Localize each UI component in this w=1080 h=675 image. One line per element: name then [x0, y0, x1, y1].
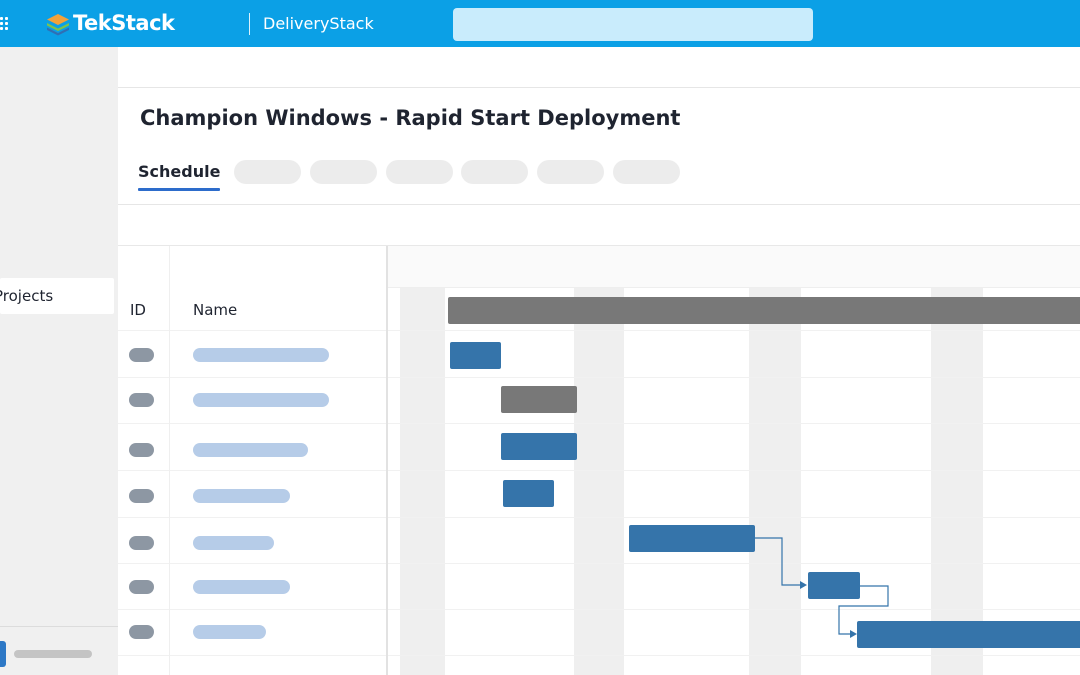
timeline-shaded-column	[574, 288, 624, 675]
column-header-name[interactable]: Name	[193, 301, 237, 319]
row-divider	[118, 609, 1080, 610]
sidebar-divider	[0, 626, 118, 627]
task-name-placeholder	[193, 536, 274, 550]
row-divider	[118, 517, 1080, 518]
timeline-shaded-column	[400, 288, 445, 675]
task-id-placeholder	[129, 443, 154, 457]
tabs-divider	[118, 204, 1080, 205]
tab-placeholder[interactable]	[310, 160, 377, 184]
timeline-shaded-column	[931, 288, 983, 675]
task-bar[interactable]	[503, 480, 554, 507]
tekstack-logo[interactable]: TekStack	[46, 10, 176, 38]
sidebar: Projects	[0, 47, 118, 675]
task-bar[interactable]	[808, 572, 860, 599]
task-id-placeholder	[129, 625, 154, 639]
column-header-id[interactable]: ID	[130, 301, 146, 319]
active-tab-indicator	[138, 188, 220, 191]
sub-header	[118, 47, 1080, 88]
app-name[interactable]: DeliveryStack	[263, 14, 374, 33]
row-divider	[118, 377, 1080, 378]
logo-text: TekStack	[73, 11, 175, 35]
tab-placeholder[interactable]	[461, 160, 528, 184]
summary-bar[interactable]	[501, 386, 577, 413]
timeline-shaded-column	[749, 288, 801, 675]
task-name-placeholder	[193, 625, 266, 639]
task-name-placeholder	[193, 489, 290, 503]
dependency-links	[755, 537, 889, 638]
task-id-placeholder	[129, 536, 154, 550]
tab-schedule[interactable]: Schedule	[138, 162, 220, 181]
task-name-placeholder	[193, 580, 290, 594]
row-divider	[118, 655, 1080, 656]
task-name-placeholder	[193, 393, 329, 407]
stack-logo-icon	[47, 14, 69, 36]
row-divider	[118, 563, 1080, 564]
app-launcher-icon[interactable]	[0, 17, 12, 31]
task-bar[interactable]	[629, 525, 755, 552]
tab-placeholder[interactable]	[537, 160, 604, 184]
task-id-placeholder	[129, 489, 154, 503]
task-bar[interactable]	[450, 342, 501, 369]
page-title: Champion Windows - Rapid Start Deploymen…	[140, 106, 681, 130]
row-divider	[118, 470, 1080, 471]
task-name-placeholder	[193, 443, 308, 457]
row-divider	[118, 423, 1080, 424]
global-search-input[interactable]	[453, 8, 813, 41]
task-id-placeholder	[129, 348, 154, 362]
grid-splitter[interactable]	[386, 246, 388, 675]
tab-placeholder[interactable]	[234, 160, 301, 184]
sidebar-user-placeholder	[14, 650, 92, 658]
header-divider	[249, 13, 250, 35]
task-name-placeholder	[193, 348, 329, 362]
sidebar-item-label: Projects	[0, 287, 54, 305]
grid-column-divider	[169, 246, 170, 675]
sidebar-user-avatar[interactable]	[0, 641, 6, 667]
task-bar[interactable]	[501, 433, 577, 460]
tab-placeholder[interactable]	[613, 160, 680, 184]
task-bar[interactable]	[857, 621, 1080, 648]
tab-placeholder[interactable]	[386, 160, 453, 184]
task-id-placeholder	[129, 393, 154, 407]
timeline-header	[388, 246, 1080, 288]
task-id-placeholder	[129, 580, 154, 594]
sidebar-item-projects[interactable]: Projects	[0, 278, 114, 314]
summary-bar[interactable]	[448, 297, 1080, 324]
row-divider	[118, 330, 1080, 331]
top-bar: TekStack DeliveryStack	[0, 0, 1080, 47]
